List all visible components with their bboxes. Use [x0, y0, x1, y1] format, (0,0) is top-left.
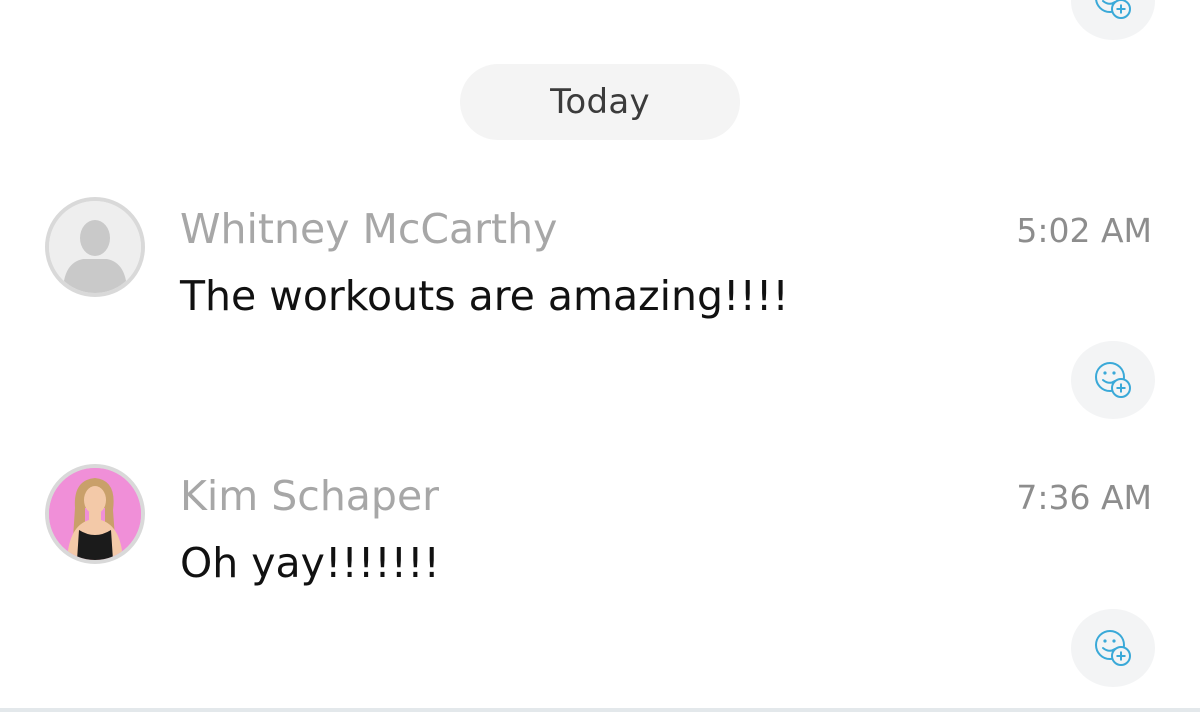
add-reaction-icon — [1091, 358, 1135, 402]
avatar[interactable] — [45, 197, 145, 297]
avatar[interactable] — [45, 464, 145, 564]
message-text: Oh yay!!!!!!! — [180, 539, 440, 587]
chat-screen: Today Whitney McCarthy The workouts are … — [0, 0, 1200, 726]
add-reaction-button-previous[interactable] — [1071, 0, 1155, 40]
default-person-icon — [49, 201, 141, 293]
add-reaction-icon — [1091, 626, 1135, 670]
sender-name[interactable]: Whitney McCarthy — [180, 205, 557, 253]
divider — [0, 708, 1200, 712]
message-timestamp: 5:02 AM — [1016, 211, 1152, 250]
message-text: The workouts are amazing!!!! — [180, 272, 789, 320]
date-separator: Today — [460, 64, 740, 140]
date-separator-label: Today — [550, 82, 650, 122]
profile-photo — [49, 468, 141, 560]
add-reaction-icon — [1091, 0, 1135, 23]
sender-name[interactable]: Kim Schaper — [180, 472, 439, 520]
message-timestamp: 7:36 AM — [1016, 478, 1152, 517]
add-reaction-button[interactable] — [1071, 341, 1155, 419]
add-reaction-button[interactable] — [1071, 609, 1155, 687]
